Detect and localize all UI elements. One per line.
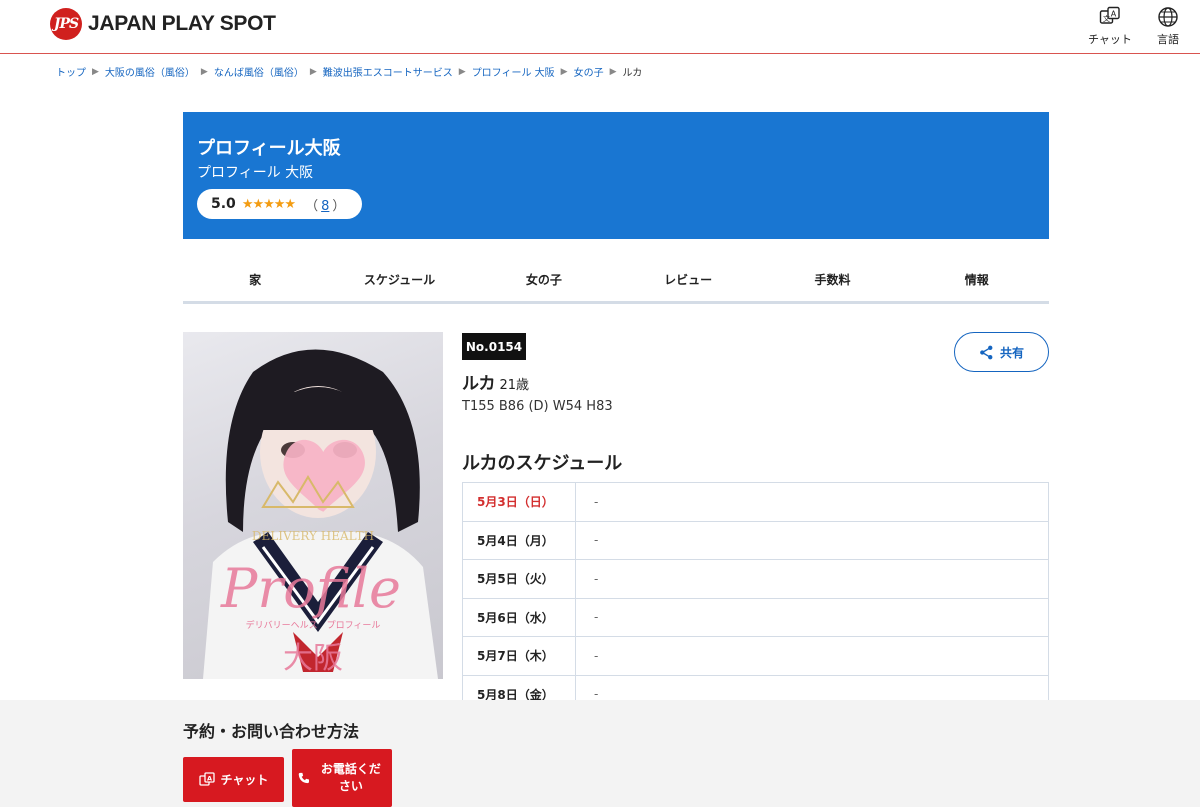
header-language-label: 言語 (1157, 33, 1179, 46)
schedule-day: 5月5日（火） (462, 559, 576, 599)
contact-bar: 予約・お問い合わせ方法 A チャット お電話ください (0, 700, 1200, 807)
schedule-day: 5月6日（水） (462, 597, 576, 637)
schedule-row: 5月4日（月） - (462, 520, 1049, 560)
review-count-close: ） (332, 198, 346, 214)
schedule-row: 5月7日（木） - (462, 636, 1049, 676)
breadcrumb-item[interactable]: なんば風俗（風俗） (214, 64, 304, 79)
watermark-city: 大阪 (283, 641, 343, 676)
shop-title: プロフィール大阪 (197, 138, 341, 159)
top-header: JPS JAPAN PLAY SPOT A 文 チャット 言語 (0, 0, 1200, 54)
tab-girls[interactable]: 女の子 (472, 258, 616, 301)
contact-title: 予約・お問い合わせ方法 (183, 722, 360, 741)
schedule-value: - (575, 636, 1049, 676)
schedule-title: ルカのスケジュール (462, 453, 623, 474)
breadcrumb-separator-icon: ▶ (560, 66, 568, 77)
breadcrumb-separator-icon: ▶ (92, 66, 99, 77)
share-icon (980, 345, 993, 359)
breadcrumb: トップ ▶ 大阪の風俗（風俗） ▶ なんば風俗（風俗） ▶ 難波出張エスコートサ… (56, 64, 643, 80)
logo-text: JAPAN PLAY SPOT (88, 12, 276, 35)
schedule-day: 5月3日（日） (462, 482, 576, 522)
svg-text:A: A (207, 774, 212, 782)
globe-icon (1158, 7, 1178, 27)
breadcrumb-current: ルカ (622, 68, 643, 79)
header-chat-button[interactable]: A 文 チャット (1088, 6, 1132, 47)
schedule-row: 5月5日（火） - (462, 559, 1049, 599)
tab-reviews[interactable]: レビュー (616, 258, 760, 301)
tab-info[interactable]: 情報 (905, 258, 1049, 301)
schedule-value: - (575, 520, 1049, 560)
site-logo[interactable]: JPS JAPAN PLAY SPOT (50, 8, 276, 40)
chat-button[interactable]: A チャット (183, 757, 284, 802)
breadcrumb-separator-icon: ▶ (458, 66, 466, 77)
shop-subtitle: プロフィール 大阪 (197, 165, 314, 181)
star-rating-icon: ★★★★★ (241, 196, 296, 212)
schedule-table: 5月3日（日） - 5月4日（月） - 5月5日（火） - 5月6日（水） - … (462, 482, 1049, 714)
call-button[interactable]: お電話ください (292, 749, 392, 807)
schedule-day: 5月7日（木） (462, 636, 576, 676)
schedule-value: - (575, 597, 1049, 637)
breadcrumb-item[interactable]: 大阪の風俗（風俗） (105, 64, 195, 79)
phone-icon (298, 772, 309, 784)
profile-photo[interactable]: DELIVERY HEALTH Profile デリバリーヘルス プロフィール … (183, 332, 443, 679)
breadcrumb-item[interactable]: 難波出張エスコートサービス (323, 64, 453, 79)
chat-button-label: チャット (220, 773, 269, 787)
call-button-label: お電話ください (320, 762, 381, 793)
profile-name: ルカ 21歳 (462, 369, 529, 394)
profile-name-text: ルカ (462, 374, 496, 394)
share-button[interactable]: 共有 (954, 332, 1049, 372)
schedule-value: - (575, 482, 1049, 522)
review-count-link[interactable]: 8 (321, 199, 329, 214)
watermark-line2: デリバリーヘルス プロフィール (246, 619, 381, 631)
breadcrumb-item[interactable]: プロフィール 大阪 (472, 64, 555, 79)
profile-photo-illustration: DELIVERY HEALTH Profile デリバリーヘルス プロフィール … (203, 349, 438, 679)
logo-badge: JPS (50, 8, 82, 40)
rating-score: 5.0 (211, 196, 236, 212)
tab-schedule[interactable]: スケジュール (327, 258, 471, 301)
rating-badge: 5.0 ★★★★★ （8） (197, 189, 362, 219)
profile-age: 21歳 (499, 378, 530, 393)
shop-banner: プロフィール大阪 プロフィール 大阪 5.0 ★★★★★ （8） (183, 112, 1049, 239)
svg-text:A: A (1111, 10, 1117, 19)
schedule-value: - (575, 559, 1049, 599)
share-label: 共有 (999, 345, 1024, 360)
tab-home[interactable]: 家 (183, 258, 327, 301)
watermark-line1: DELIVERY HEALTH (252, 529, 374, 543)
breadcrumb-separator-icon: ▶ (200, 66, 208, 77)
tab-fees[interactable]: 手数料 (760, 258, 904, 301)
review-count: （8） (305, 195, 345, 214)
breadcrumb-item[interactable]: 女の子 (574, 64, 604, 79)
breadcrumb-separator-icon: ▶ (609, 66, 617, 77)
breadcrumb-separator-icon: ▶ (309, 66, 317, 77)
profile-number-badge: No.0154 (462, 333, 526, 360)
breadcrumb-item[interactable]: トップ (56, 64, 86, 79)
header-language-button[interactable]: 言語 (1157, 6, 1179, 47)
svg-text:文: 文 (1103, 14, 1110, 23)
shop-tabs: 家 スケジュール 女の子 レビュー 手数料 情報 (183, 258, 1049, 304)
profile-measurements: T155 B86 (D) W54 H83 (462, 399, 613, 414)
schedule-row: 5月3日（日） - (462, 482, 1049, 522)
review-count-open: （ (305, 198, 319, 214)
watermark-logo: Profile (220, 557, 401, 620)
translate-chat-icon: A 文 (1099, 6, 1120, 24)
translate-chat-icon: A (198, 771, 215, 786)
schedule-day: 5月4日（月） (462, 520, 576, 560)
header-chat-label: チャット (1088, 33, 1132, 46)
schedule-row: 5月6日（水） - (462, 597, 1049, 637)
